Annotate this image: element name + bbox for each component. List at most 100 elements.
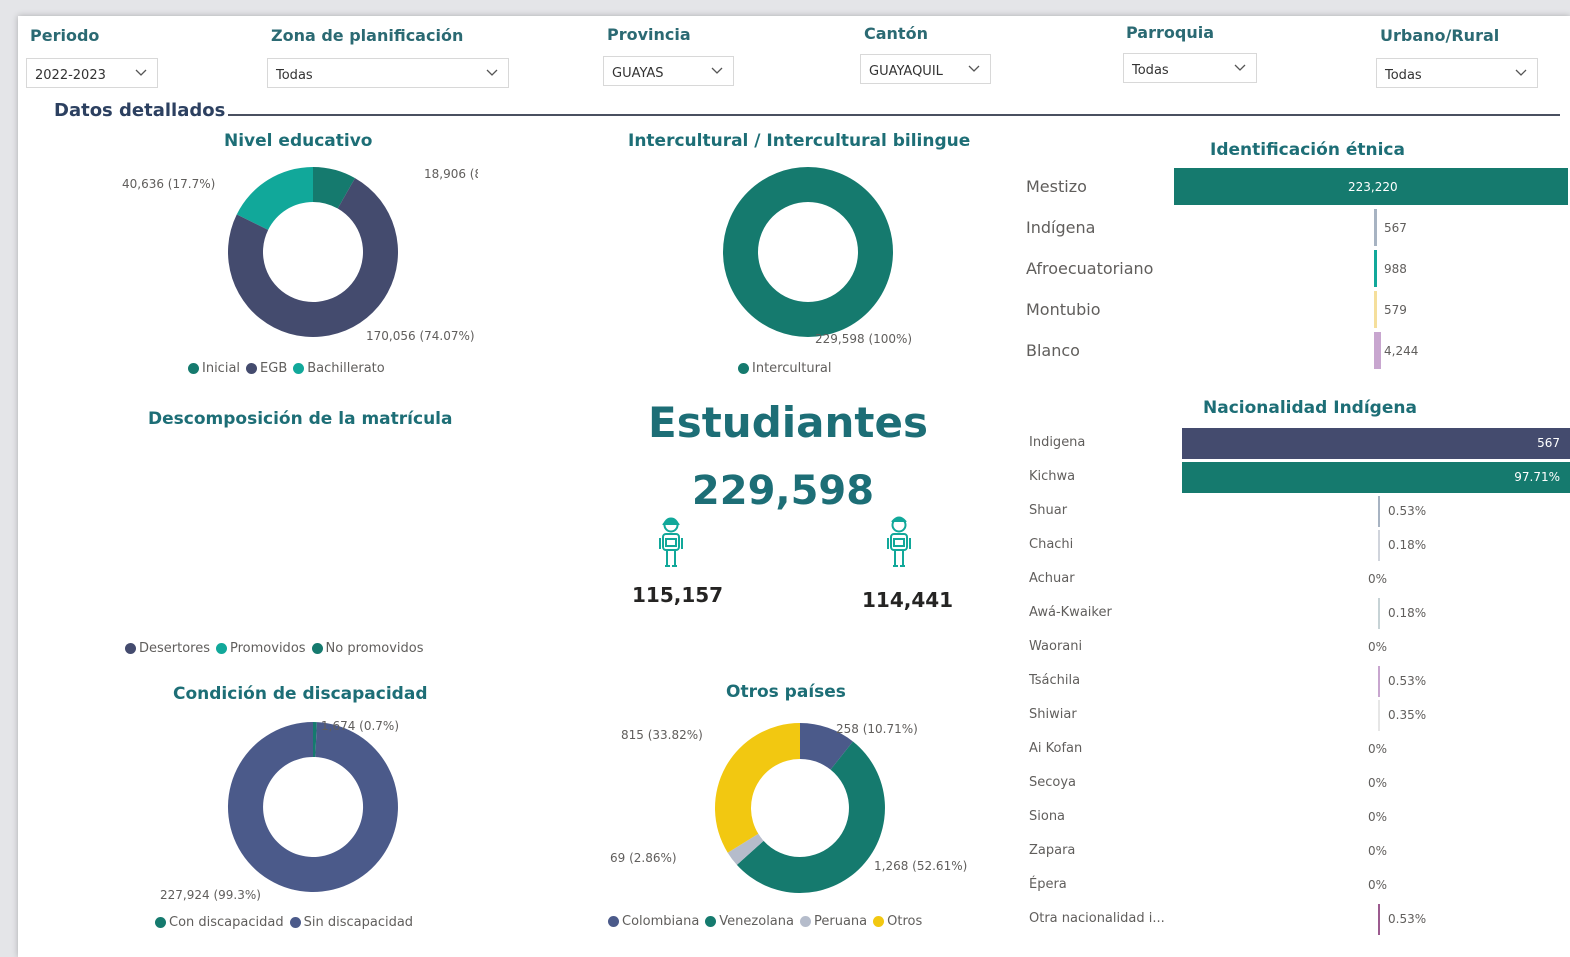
legend-label-peruana: Peruana xyxy=(813,914,868,929)
bar-value-indigena: 567 xyxy=(1537,436,1560,450)
legend-label-otros: Otros xyxy=(887,914,923,929)
data-label-colombiana: 258 (10.71%) xyxy=(836,722,918,736)
legend-dot-bachillerato xyxy=(293,363,305,374)
data-label-egb: 170,056 (74.07%) xyxy=(366,329,475,343)
bar-blanco[interactable] xyxy=(1374,332,1382,369)
legend-label-desertores: Desertores xyxy=(139,641,211,656)
chevron-down-icon xyxy=(1515,69,1527,76)
bar-category-shuar: Shuar xyxy=(1029,503,1068,518)
bar-afroecuatoriano[interactable] xyxy=(1374,250,1377,287)
slice-sin-discapacidad[interactable] xyxy=(227,722,398,892)
bar-category-chachi: Chachi xyxy=(1029,537,1074,552)
kpi-total: 229,598 xyxy=(691,468,875,514)
bar-value-afroecuatoriano: 988 xyxy=(1384,261,1407,276)
bar-indigena[interactable] xyxy=(1374,209,1377,246)
chart-nacionalidad: Indigena 567 Kichwa 97.71% Shuar 0.53% Chachi 0… xyxy=(1018,426,1570,951)
chart-paises: 258 (10.71%) 1,268 (52.61%) 69 (2.86%) 8… xyxy=(610,722,967,893)
bar-awa-kwaiker[interactable] xyxy=(1378,597,1380,629)
legend-label-no-promovidos: No promovidos xyxy=(325,641,424,656)
bar-shiwiar[interactable] xyxy=(1378,699,1380,731)
legend-label-bachillerato: Bachillerato xyxy=(307,361,385,376)
filter-label-zona: Zona de planificación xyxy=(271,26,464,45)
bar-value-otra-nacionalidad-i: 0.53% xyxy=(1388,912,1427,926)
legend-label-sin-discapacidad: Sin discapacidad xyxy=(303,915,414,930)
chart-etnica: Mestizo 223,220 Indígena 567 Afroecuatoriano… xyxy=(1018,166,1570,376)
legend-dot-no-promovidos xyxy=(311,643,323,654)
bar-value-tsachila: 0.53% xyxy=(1388,674,1427,688)
slice-otros[interactable] xyxy=(714,723,800,853)
legend-label-inicial: Inicial xyxy=(202,361,241,376)
legend-label-intercultural: Intercultural xyxy=(752,361,832,376)
kpi-girls: 115,157 xyxy=(632,583,724,607)
legend-paises: Colombiana Venezolana Peruana Otros xyxy=(608,914,928,929)
chart-intercultural: 229,598 (100%) xyxy=(723,167,912,346)
chart-nivel: 18,906 (8.23%) 170,056 (74.07%) 40,636 (… xyxy=(122,167,478,343)
urbano-rural-dropdown[interactable]: Todas xyxy=(1376,58,1538,88)
bar-tsachila[interactable] xyxy=(1378,665,1381,697)
bar-value-shuar: 0.53% xyxy=(1388,504,1427,518)
legend-dot-colombiana xyxy=(608,916,619,927)
zona-dropdown[interactable]: Todas xyxy=(267,58,509,88)
bar-shuar[interactable] xyxy=(1378,495,1381,527)
data-label-inicial: 18,906 (8.23%) xyxy=(424,167,478,181)
bar-value-montubio: 579 xyxy=(1384,302,1407,317)
periodo-dropdown[interactable]: 2022-2023 xyxy=(26,58,158,88)
bar-value-indigena: 567 xyxy=(1384,220,1407,235)
bar-montubio[interactable] xyxy=(1374,291,1377,328)
bar-chachi[interactable] xyxy=(1378,529,1380,561)
bar-indigena[interactable] xyxy=(1182,427,1570,459)
bar-category-shiwiar: Shiwiar xyxy=(1029,707,1077,722)
legend-dot-egb xyxy=(246,363,258,374)
bar-category-secoya: Secoya xyxy=(1029,775,1077,790)
section-divider xyxy=(228,114,1560,116)
canton-dropdown[interactable]: GUAYAQUIL xyxy=(860,54,991,84)
data-label-sin-discapacidad: 227,924 (99.3%) xyxy=(160,888,261,902)
filter-label-parroquia: Parroquia xyxy=(1126,23,1214,42)
legend-discapacidad: Con discapacidad Sin discapacidad xyxy=(155,915,419,930)
bar-category-mestizo: Mestizo xyxy=(1026,177,1087,196)
provincia-value: GUAYAS xyxy=(612,66,664,81)
chevron-down-icon xyxy=(711,67,723,74)
chart-title-paises: Otros países xyxy=(726,682,846,702)
bar-category-blanco: Blanco xyxy=(1026,341,1080,360)
bar-value-epera: 0% xyxy=(1368,878,1388,892)
chevron-down-icon xyxy=(486,69,498,76)
bar-value-zapara: 0% xyxy=(1368,844,1388,858)
report-canvas: Periodo 2022-2023 Zona de planificación … xyxy=(18,16,1570,957)
bar-category-zapara: Zapara xyxy=(1029,843,1076,858)
bar-category-achuar: Achuar xyxy=(1029,571,1075,586)
provincia-dropdown[interactable]: GUAYAS xyxy=(603,56,734,86)
bar-value-waorani: 0% xyxy=(1368,640,1388,654)
legend-dot-intercultural xyxy=(738,363,749,374)
data-label-venezolana: 1,268 (52.61%) xyxy=(874,859,967,873)
bar-category-montubio: Montubio xyxy=(1026,300,1101,319)
bar-otra-nacionalidad-i[interactable] xyxy=(1378,903,1381,935)
legend-dot-desertores xyxy=(125,643,136,654)
urbano-rural-value: Todas xyxy=(1385,68,1422,83)
legend-dot-peruana xyxy=(799,916,811,927)
slice-intercultural[interactable] xyxy=(723,167,893,337)
periodo-value: 2022-2023 xyxy=(35,68,106,83)
zona-value: Todas xyxy=(276,68,313,83)
bar-value-awa-kwaiker: 0.18% xyxy=(1388,606,1427,620)
filter-label-provincia: Provincia xyxy=(607,25,691,44)
data-label-bachillerato: 40,636 (17.7%) xyxy=(122,177,215,191)
legend-label-colombiana: Colombiana xyxy=(622,914,700,929)
kpi-title: Estudiantes xyxy=(648,398,928,447)
bar-kichwa[interactable] xyxy=(1182,461,1570,493)
legend-decomposition: Desertores Promovidos No promovidos xyxy=(125,641,430,656)
bar-value-ai-kofan: 0% xyxy=(1368,742,1388,756)
bar-category-kichwa: Kichwa xyxy=(1029,469,1076,484)
legend-label-con-discapacidad: Con discapacidad xyxy=(169,915,284,930)
bar-value-kichwa: 97.71% xyxy=(1514,470,1560,484)
chart-title-intercultural: Intercultural / Intercultural bilingue xyxy=(628,131,971,151)
data-label-peruana: 69 (2.86%) xyxy=(610,851,677,865)
bar-value-shiwiar: 0.35% xyxy=(1388,708,1427,722)
boy-student-icon xyxy=(887,516,911,567)
filter-label-periodo: Periodo xyxy=(30,26,100,45)
legend-dot-sin-discapacidad xyxy=(289,917,301,928)
data-label-con-discapacidad: 1,674 (0.7%) xyxy=(321,719,399,733)
chevron-down-icon xyxy=(1234,64,1246,71)
parroquia-dropdown[interactable]: Todas xyxy=(1123,53,1257,83)
bar-category-indigena: Indígena xyxy=(1026,218,1096,237)
